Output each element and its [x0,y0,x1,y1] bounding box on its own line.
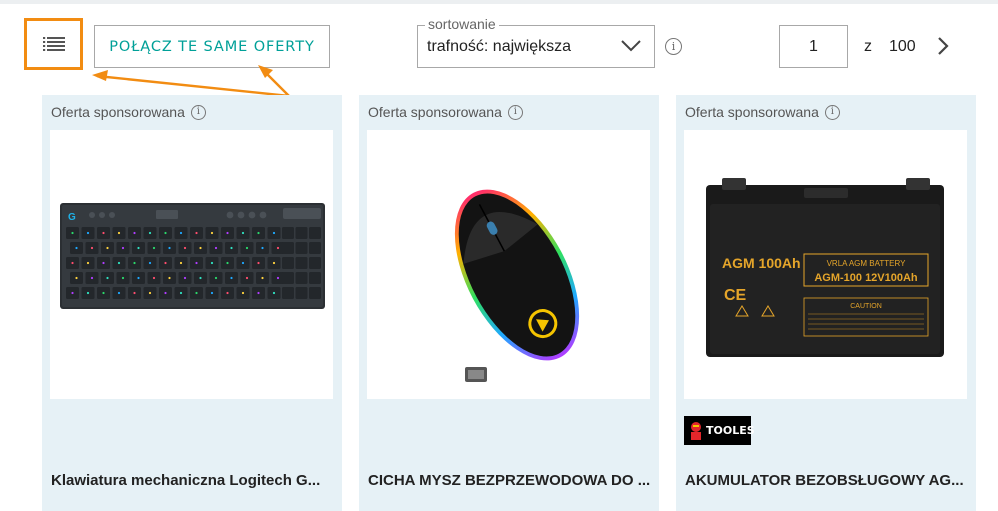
product-title[interactable]: Klawiatura mechaniczna Logitech G... [51,472,336,489]
product-image[interactable] [367,130,650,399]
mouse-image [454,189,580,382]
product-card[interactable]: Oferta sponsorowana i AGM 100Ah VRLA AGM… [676,95,976,511]
page-of-label: z [864,38,872,55]
product-card[interactable]: Oferta sponsorowana i G Klawiatura mecha… [42,95,342,511]
product-title[interactable]: CICHA MYSZ BEZPRZEWODOWA DO ... [368,472,653,489]
sponsored-label: Oferta sponsorowana i [51,104,206,120]
seller-logo-text: TOOLES [706,424,755,437]
product-image[interactable]: G [50,130,333,399]
keyboard-image: G [60,203,325,309]
battery-type-text: VRLA AGM BATTERY [827,259,907,268]
list-icon [42,37,65,51]
sort-info-icon[interactable]: i [665,38,682,55]
info-icon[interactable]: i [824,104,840,120]
sponsored-text: Oferta sponsorowana [51,104,185,120]
sort-value: trafność: największa [427,38,572,55]
next-page-icon[interactable] [936,36,950,56]
product-card[interactable]: Oferta sponsorowana i CICHA MYSZ BEZPRZE… [359,95,659,511]
product-image[interactable]: AGM 100Ah VRLA AGM BATTERY AGM-100 12V10… [684,130,967,399]
battery-brand-text: AGM 100Ah [722,255,801,271]
sponsored-text: Oferta sponsorowana [368,104,502,120]
info-icon[interactable]: i [190,104,206,120]
list-view-toggle[interactable] [24,18,83,70]
sort-legend: sortowanie [425,16,499,32]
sponsored-label: Oferta sponsorowana i [368,104,523,120]
ce-mark: CE [724,287,747,304]
chevron-down-icon [621,40,641,52]
battery-caution-text: CAUTION [850,303,882,310]
product-title[interactable]: AKUMULATOR BEZOBSŁUGOWY AG... [685,472,970,489]
svg-text:G: G [68,212,76,223]
seller-mascot-icon [691,422,701,440]
merge-offers-button[interactable]: POŁĄCZ TE SAME OFERTY [94,25,330,68]
sponsored-label: Oferta sponsorowana i [685,104,840,120]
sort-dropdown[interactable]: sortowanie trafność: największa [417,16,655,68]
sponsored-text: Oferta sponsorowana [685,104,819,120]
battery-image: AGM 100Ah VRLA AGM BATTERY AGM-100 12V10… [706,178,944,357]
battery-model-text: AGM-100 12V100Ah [814,272,918,284]
seller-logo[interactable]: TOOLES [684,416,755,445]
page-number-input[interactable] [779,25,848,68]
info-icon[interactable]: i [507,104,523,120]
page-total: 100 [889,38,916,55]
